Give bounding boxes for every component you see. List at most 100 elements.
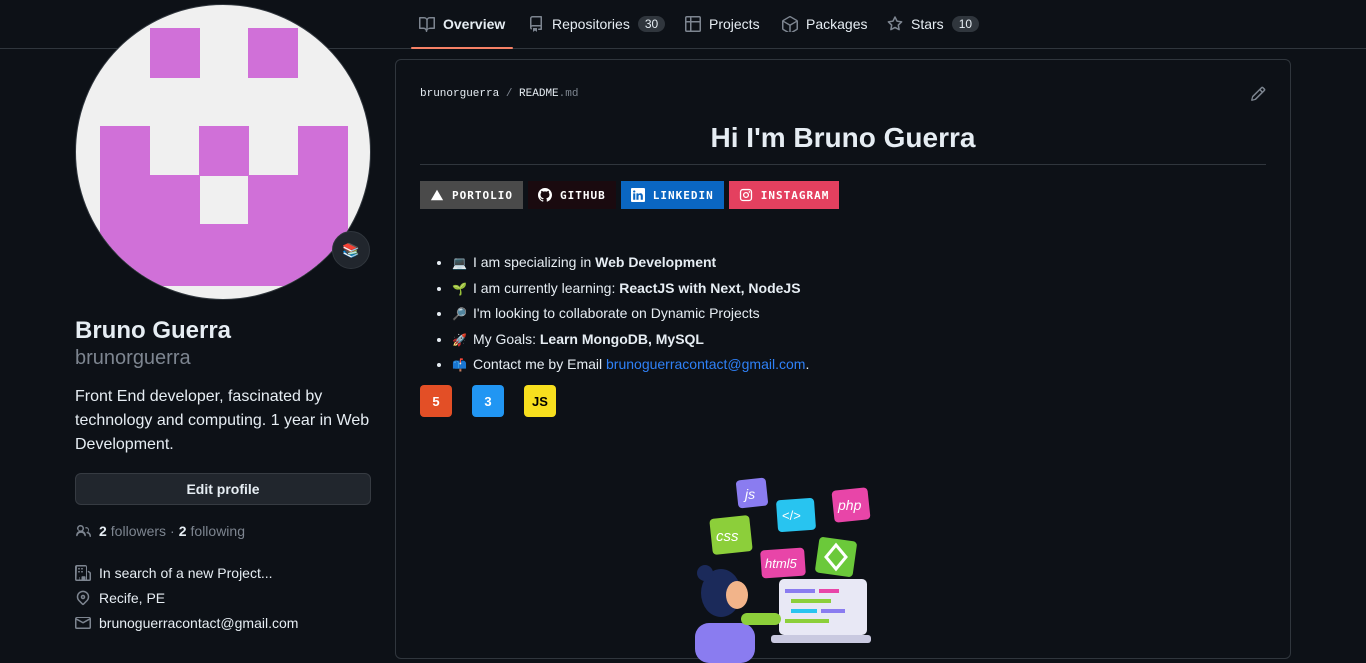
followers-link[interactable]: followers (111, 523, 166, 539)
status-emoji-button[interactable]: 📚 (332, 231, 370, 269)
triangle-icon (430, 189, 444, 201)
tab-label: Packages (806, 16, 868, 32)
linkedin-icon (630, 188, 645, 202)
linkedin-badge[interactable]: LINKEDIN (620, 181, 724, 209)
github-badge[interactable]: GITHUB (527, 181, 616, 209)
company-text: In search of a new Project... (99, 565, 273, 581)
tab-label: Overview (443, 16, 506, 32)
vcard-location: Recife, PE (75, 590, 165, 606)
about-list: 💻 I am specializing in Web Development 🌱 I… (420, 250, 809, 378)
javascript-icon: JS (524, 385, 556, 417)
illus-label: php (837, 497, 862, 513)
avatar-pixel (248, 28, 298, 78)
edit-readme-button[interactable] (1250, 86, 1266, 102)
pencil-icon (1251, 86, 1266, 101)
html5-icon: 5 (420, 385, 452, 417)
edit-profile-button[interactable]: Edit profile (75, 473, 371, 505)
people-icon (76, 525, 91, 537)
followers-count[interactable]: 2 (99, 523, 107, 539)
tab-projects[interactable]: Projects (685, 0, 760, 48)
profile-readme: brunorguerra / README.md Hi I'm Bruno Gu… (395, 59, 1291, 663)
css-cube-icon: css (709, 515, 753, 555)
item-suffix: . (805, 356, 810, 372)
php-cube-icon: php (831, 487, 871, 523)
magnifier-icon: 🔎 (452, 307, 467, 321)
readme-owner-link[interactable]: brunorguerra (420, 88, 499, 100)
item-bold: Learn MongoDB, MySQL (539, 330, 704, 347)
css3-label: 3 (484, 393, 492, 409)
avatar-container: 📚 (75, 4, 371, 300)
stars-count: 10 (951, 16, 980, 32)
tab-packages[interactable]: Packages (782, 0, 867, 48)
illus-label: js (743, 486, 755, 502)
illus-label: </> (782, 508, 801, 523)
badge-label: LINKEDIN (652, 188, 714, 202)
organization-icon (75, 565, 91, 581)
readme-file-name: README (519, 88, 559, 100)
following-count[interactable]: 2 (179, 523, 187, 539)
tab-overview[interactable]: Overview (410, 0, 514, 49)
code-cube-icon: </> (776, 497, 816, 533)
separator-dot: · (170, 523, 175, 539)
diamond-cube-icon (815, 537, 857, 577)
item-bold: Web Development (595, 254, 717, 270)
portfolio-badge[interactable]: PORTOLIO (420, 181, 523, 209)
list-item: 💻 I am specializing in Web Development (452, 250, 809, 276)
item-text: I'm looking to collaborate on Dynamic Pr… (472, 305, 760, 321)
vcard-company: In search of a new Project... (75, 565, 273, 581)
tab-label: Repositories (552, 16, 630, 32)
books-icon: 📚 (342, 241, 360, 258)
badge-label: GITHUB (559, 188, 606, 202)
laptop-icon: 💻 (452, 256, 467, 270)
item-text: I am specializing in (472, 254, 596, 270)
html5-cube-icon: html5 (760, 547, 806, 579)
profile-name: Bruno Guerra (75, 317, 232, 344)
item-bold: ReactJS with Next, NodeJS (619, 279, 801, 296)
person-icon (695, 565, 781, 663)
mailbox-icon: 📫 (452, 358, 467, 372)
location-icon (76, 590, 90, 606)
rocket-icon: 🚀 (452, 332, 467, 347)
css3-icon: 3 (472, 385, 504, 417)
js-cube-icon: js (736, 477, 768, 509)
avatar-pixel (199, 126, 249, 176)
list-item: 🌱 I am currently learning: ReactJS with N… (452, 276, 809, 302)
tech-icons: 5 3 JS (420, 385, 556, 417)
list-item: 🚀 My Goals: Learn MongoDB, MySQL (452, 327, 809, 353)
readme-breadcrumb: brunorguerra / README.md (420, 88, 578, 100)
tab-stars[interactable]: Stars 10 (887, 0, 980, 48)
following-link[interactable]: following (191, 523, 245, 539)
list-item: 📫 Contact me by Email brunoguerracontact@… (452, 352, 809, 378)
badge-label: PORTOLIO (452, 188, 513, 202)
location-text: Recife, PE (99, 590, 166, 606)
developer-illustration: js php </> css html5 (695, 477, 871, 663)
instagram-icon (739, 188, 752, 202)
tab-repositories[interactable]: Repositories 30 (528, 0, 666, 48)
seedling-icon: 🌱 (452, 281, 467, 296)
list-item: 🔎 I'm looking to collaborate on Dynamic P… (452, 301, 809, 327)
illus-label: css (716, 528, 739, 545)
javascript-label: JS (532, 393, 548, 409)
avatar[interactable] (75, 4, 371, 300)
item-text: My Goals: (472, 330, 540, 347)
github-icon (537, 188, 552, 202)
table-icon (685, 16, 701, 32)
tab-label: Projects (709, 16, 760, 32)
instagram-badge[interactable]: INSTAGRAM (728, 181, 840, 209)
repo-icon (529, 16, 542, 32)
tab-label: Stars (911, 16, 944, 32)
breadcrumb-separator: / (505, 88, 513, 100)
item-text: I am currently learning: (472, 279, 620, 296)
package-icon (782, 16, 798, 32)
profile-login: brunorguerra (75, 347, 191, 369)
illus-label: html5 (765, 556, 798, 571)
repositories-count: 30 (637, 16, 666, 32)
readme-title: Hi I'm Bruno Guerra (420, 122, 1266, 165)
book-icon (419, 16, 435, 32)
social-badges: PORTOLIO GITHUB LINKEDIN INSTAGRAM (420, 181, 840, 209)
badge-label: INSTAGRAM (760, 188, 830, 202)
readme-email-link[interactable]: brunoguerracontact@gmail.com (606, 356, 805, 372)
avatar-pixel (150, 28, 200, 78)
item-text: Contact me by Email (472, 356, 607, 372)
avatar-pixel (100, 224, 348, 286)
